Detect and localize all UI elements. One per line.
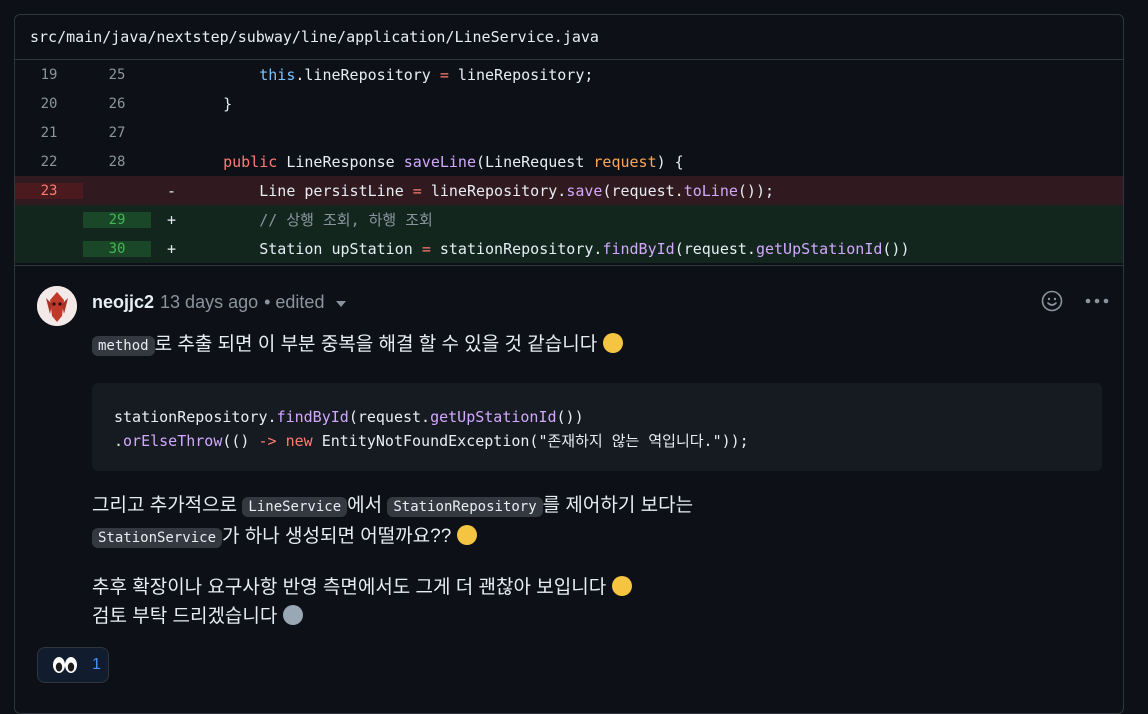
paragraph-text: 를 제어하기 보다는 bbox=[542, 495, 694, 516]
author-name[interactable]: neojjc2 bbox=[92, 292, 154, 313]
avatar-image bbox=[37, 286, 77, 326]
diff-row-addition: 29 + // 상행 조회, 하행 조회 bbox=[15, 205, 1123, 234]
chevron-down-icon[interactable] bbox=[336, 301, 347, 307]
paragraph-text: 추후 확장이나 요구사항 반영 측면에서도 그게 더 괜찮아 보입니다 bbox=[92, 577, 607, 598]
diff-sign: + bbox=[167, 239, 177, 258]
inline-code: StationRepository bbox=[387, 497, 543, 517]
code-line: public LineResponse saveLine(LineRequest… bbox=[223, 152, 684, 171]
eyes-emoji-icon bbox=[53, 657, 77, 673]
diff-row: 22 28 public LineResponse saveLine(LineR… bbox=[15, 147, 1123, 176]
paragraph: 그리고 추가적으로 LineService 에서 StationRepositor… bbox=[92, 491, 1102, 553]
old-line-number[interactable]: 20 bbox=[15, 96, 83, 112]
timestamp[interactable]: 13 days ago bbox=[160, 292, 258, 313]
new-line-number[interactable]: 30 bbox=[83, 240, 151, 257]
comment: neojjc2 13 days ago • edited method 로 추출 … bbox=[15, 265, 1123, 706]
code-line: this.lineRepository = lineRepository; bbox=[259, 65, 594, 84]
diff-row: 20 26 } bbox=[15, 89, 1123, 118]
diff-row: 21 27 bbox=[15, 118, 1123, 147]
bowing-person-emoji-icon bbox=[283, 605, 304, 625]
grin-emoji-icon bbox=[603, 333, 624, 353]
comment-body: method 로 추출 되면 이 부분 중복을 해결 할 수 있을 것 같습니다 … bbox=[92, 330, 1102, 631]
diff-sign: + bbox=[167, 210, 177, 229]
reaction-eyes-button[interactable]: 1 bbox=[37, 647, 109, 683]
grin-emoji-icon bbox=[612, 576, 633, 596]
new-line-number[interactable]: 26 bbox=[83, 96, 151, 112]
review-comment-thread: src/main/java/nextstep/subway/line/appli… bbox=[14, 14, 1124, 714]
code-line: // 상행 조회, 하행 조회 bbox=[187, 211, 433, 229]
old-line-number[interactable]: 21 bbox=[15, 125, 83, 141]
new-line-number[interactable]: 25 bbox=[83, 67, 151, 83]
new-line-number[interactable]: 27 bbox=[83, 125, 151, 141]
paragraph-text: 로 추출 되면 이 부분 중복을 해결 할 수 있을 것 같습니다 bbox=[154, 334, 598, 355]
code-line: Station upStation = stationRepository.fi… bbox=[187, 239, 910, 258]
paragraph-text: 그리고 추가적으로 bbox=[92, 495, 243, 516]
file-path[interactable]: src/main/java/nextstep/subway/line/appli… bbox=[15, 15, 1123, 60]
diff-sign: - bbox=[167, 181, 177, 200]
comment-header: neojjc2 13 days ago • edited bbox=[92, 292, 347, 313]
inline-code: LineService bbox=[242, 497, 348, 517]
thinking-emoji-icon bbox=[457, 525, 478, 545]
new-line-number[interactable]: 28 bbox=[83, 154, 151, 170]
paragraph: method 로 추출 되면 이 부분 중복을 해결 할 수 있을 것 같습니다 bbox=[92, 330, 1102, 361]
comment-actions bbox=[1041, 290, 1109, 312]
diff-table: 19 25 this.lineRepository = lineReposito… bbox=[15, 60, 1123, 263]
code-line: } bbox=[187, 94, 233, 113]
reaction-count: 1 bbox=[92, 656, 101, 673]
diff-row-deletion: 23 - Line persistLine = lineRepository.s… bbox=[15, 176, 1123, 205]
smiley-icon[interactable] bbox=[1041, 290, 1063, 312]
diff-row: 19 25 this.lineRepository = lineReposito… bbox=[15, 60, 1123, 89]
diff-row-addition: 30 + Station upStation = stationReposito… bbox=[15, 234, 1123, 263]
inline-code: method bbox=[92, 336, 155, 356]
paragraph-text: 가 하나 생성되면 어떨까요?? bbox=[222, 526, 452, 547]
paragraph-text: 에서 bbox=[347, 495, 388, 516]
old-line-number[interactable]: 22 bbox=[15, 154, 83, 170]
avatar[interactable] bbox=[37, 286, 77, 326]
old-line-number[interactable]: 19 bbox=[15, 67, 83, 83]
inline-code: StationService bbox=[92, 528, 223, 548]
paragraph-text: 검토 부탁 드리겠습니다 bbox=[92, 606, 278, 627]
code-block: stationRepository.findById(request.getUp… bbox=[92, 383, 1102, 471]
old-line-number[interactable]: 23 bbox=[15, 182, 83, 199]
code-line: Line persistLine = lineRepository.save(r… bbox=[187, 181, 775, 200]
edited-indicator[interactable]: • edited bbox=[264, 292, 324, 313]
paragraph: 추후 확장이나 요구사항 반영 측면에서도 그게 더 괜찮아 보입니다 검토 부… bbox=[92, 573, 1102, 631]
kebab-horizontal-icon[interactable] bbox=[1085, 297, 1109, 305]
new-line-number[interactable]: 29 bbox=[83, 211, 151, 228]
